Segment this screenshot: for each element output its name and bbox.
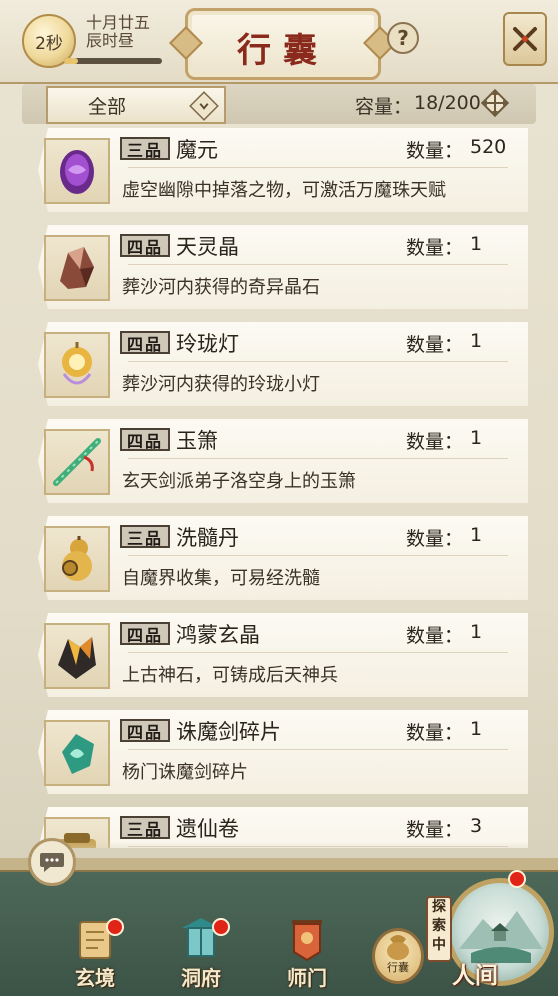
purple-demon-gem-icon xyxy=(60,150,94,194)
item-qty: 1 xyxy=(470,524,483,546)
item-icon-frame xyxy=(44,429,110,495)
item-desc: 上古神石，可铸成后天神兵 xyxy=(122,665,338,686)
item-icon-frame xyxy=(44,526,110,592)
item-icon-frame xyxy=(44,235,110,301)
timer-text: 2秒 xyxy=(35,33,63,54)
nav-shimen[interactable]: 师门 xyxy=(272,914,342,994)
notification-dot xyxy=(212,918,230,936)
capacity-value: 18/200 xyxy=(414,92,481,114)
item-grade-badge: 四品 xyxy=(120,428,170,451)
item-grade-badge: 三品 xyxy=(120,525,170,548)
top-bar: 2秒 十月廿五 辰时昼 行囊 ? xyxy=(0,0,558,84)
title-plate: 行囊 xyxy=(185,8,381,80)
item-desc: 玄天剑派弟子洛空身上的玉箫 xyxy=(122,471,356,492)
item-name: 洗髓丹 xyxy=(176,526,239,550)
item-name: 诛魔剑碎片 xyxy=(176,720,281,744)
item-qty: 3 xyxy=(470,815,483,837)
red-crystal-icon xyxy=(60,247,94,289)
jade-sword-shard-icon xyxy=(62,734,94,774)
nav-shimen-label: 师门 xyxy=(287,966,327,990)
item-icon-frame xyxy=(44,623,110,689)
date-period: 辰时昼 xyxy=(86,31,135,50)
banner-icon xyxy=(292,920,322,962)
item-qty: 1 xyxy=(470,718,483,740)
nav-dongfu-label: 洞府 xyxy=(181,966,221,990)
item-desc: 自魔界收集，可易经洗髓 xyxy=(122,568,320,589)
item-qty-label: 数量： xyxy=(406,528,464,550)
nav-xuanjing-label: 玄境 xyxy=(75,966,115,990)
item-qty-label: 数量： xyxy=(406,140,464,162)
item-qty: 1 xyxy=(470,427,483,449)
item-qty: 1 xyxy=(470,621,483,643)
world-label: 人间 xyxy=(452,962,498,989)
jade-flute-icon xyxy=(53,438,101,486)
item-grade-badge: 四品 xyxy=(120,234,170,257)
list-item[interactable]: 四品 玉箫 数量： 1 玄天剑派弟子洛空身上的玉箫 xyxy=(30,419,532,505)
chevron-down-icon xyxy=(189,91,219,121)
item-list[interactable]: 三品 魔元 数量： 520 虚空幽隙中掉落之物，可激活万魔珠天赋 四品 天灵晶 … xyxy=(30,128,534,848)
item-grade-badge: 三品 xyxy=(120,137,170,160)
item-desc: 杨门诛魔剑碎片 xyxy=(122,762,248,783)
item-grade-badge: 四品 xyxy=(120,622,170,645)
item-desc: 虚空幽隙中掉落之物，可激活万魔珠天赋 xyxy=(122,180,446,201)
capacity-label: 容量： xyxy=(355,96,413,118)
nav-bag-label: 行囊 xyxy=(387,961,409,974)
item-name: 魔元 xyxy=(176,138,218,162)
item-qty-label: 数量： xyxy=(406,237,464,259)
chat-bubble-icon xyxy=(40,853,64,872)
item-qty: 1 xyxy=(470,330,483,352)
list-item[interactable]: 四品 天灵晶 数量： 1 葬沙河内获得的奇异晶石 xyxy=(30,225,532,311)
close-icon xyxy=(513,27,537,51)
notification-dot xyxy=(508,870,526,888)
notification-dot xyxy=(106,918,124,936)
game-date: 十月廿五 辰时昼 xyxy=(86,14,150,50)
item-qty-label: 数量： xyxy=(406,334,464,356)
screen: 2秒 十月廿五 辰时昼 行囊 ? 全部 容量： 18/200 三品 魔元 数量：… xyxy=(0,0,558,996)
item-qty-label: 数量： xyxy=(406,625,464,647)
list-item[interactable]: 三品 洗髓丹 数量： 1 自魔界收集，可易经洗髓 xyxy=(30,516,532,602)
item-icon-frame xyxy=(44,332,110,398)
date-lunar: 十月廿五 xyxy=(86,13,151,32)
bottom-nav-border xyxy=(0,858,558,872)
item-name: 玉箫 xyxy=(176,429,218,453)
filter-bar: 全部 容量： 18/200 xyxy=(22,84,536,124)
item-qty: 1 xyxy=(470,233,483,255)
gourd-pill-icon xyxy=(62,536,92,581)
pouch-icon xyxy=(387,935,409,960)
exploring-tag: 探索中 xyxy=(426,896,452,962)
item-name: 遗仙卷 xyxy=(176,817,239,841)
item-desc: 葬沙河内获得的奇异晶石 xyxy=(122,277,320,298)
item-name: 鸿蒙玄晶 xyxy=(176,623,260,647)
item-qty: 520 xyxy=(470,136,507,158)
time-progress-fill xyxy=(64,58,78,64)
expand-capacity-icon[interactable] xyxy=(480,88,510,118)
item-name: 玲珑灯 xyxy=(176,332,239,356)
item-desc: 葬沙河内获得的玲珑小灯 xyxy=(122,374,320,395)
item-qty-label: 数量： xyxy=(406,722,464,744)
item-qty-label: 数量： xyxy=(406,819,464,841)
close-button[interactable] xyxy=(503,12,547,66)
nav-bag[interactable]: 行囊 xyxy=(372,928,424,984)
list-item[interactable]: 四品 鸿蒙玄晶 数量： 1 上古神石，可铸成后天神兵 xyxy=(30,613,532,699)
item-icon-frame xyxy=(44,138,110,204)
item-grade-badge: 四品 xyxy=(120,331,170,354)
list-item[interactable]: 四品 诛魔剑碎片 数量： 1 杨门诛魔剑碎片 xyxy=(30,710,532,796)
item-name: 天灵晶 xyxy=(176,235,239,259)
chat-button[interactable] xyxy=(28,838,76,886)
list-item[interactable]: 四品 玲珑灯 数量： 1 葬沙河内获得的玲珑小灯 xyxy=(30,322,532,408)
golden-lantern-icon xyxy=(62,342,92,385)
item-icon-frame xyxy=(44,720,110,786)
list-item[interactable]: 三品 魔元 数量： 520 虚空幽隙中掉落之物，可激活万魔珠天赋 xyxy=(30,128,532,214)
item-grade-badge: 四品 xyxy=(120,719,170,742)
item-qty-label: 数量： xyxy=(406,431,464,453)
category-dropdown[interactable]: 全部 xyxy=(46,86,226,124)
page-title: 行囊 xyxy=(237,31,329,71)
item-grade-badge: 三品 xyxy=(120,816,170,839)
category-selected: 全部 xyxy=(88,95,127,118)
time-progress-bar xyxy=(64,58,162,64)
black-gold-crystal-icon xyxy=(58,637,96,679)
help-icon[interactable]: ? xyxy=(387,22,419,54)
